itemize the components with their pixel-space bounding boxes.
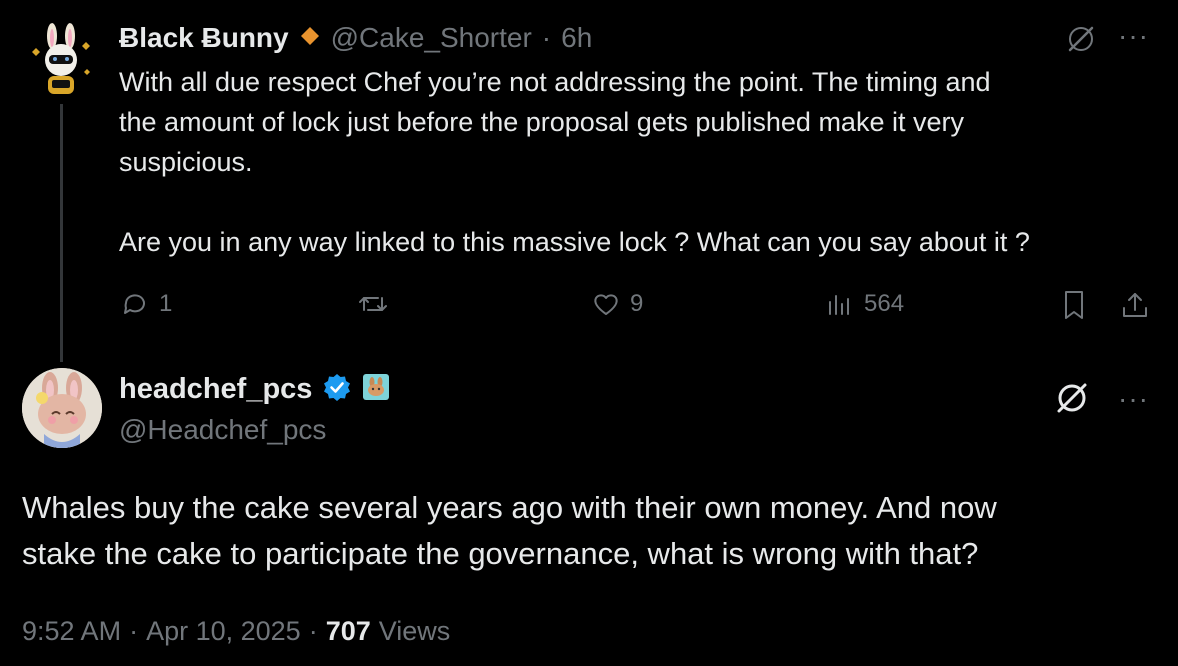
display-name[interactable]: headchef_pcs (119, 373, 312, 406)
views-label: Views (378, 616, 451, 646)
avatar[interactable] (22, 22, 100, 100)
tweet-time[interactable]: 9:52 AM (22, 616, 121, 647)
separator: · (308, 616, 318, 646)
badge-icon (299, 25, 321, 52)
thread-connector (60, 104, 63, 362)
handle[interactable]: @Headchef_pcs (119, 414, 326, 446)
more-icon[interactable]: ··· (1118, 383, 1149, 415)
views-count: 564 (864, 290, 905, 317)
main-header: headchef_pcs (119, 372, 390, 407)
views-icon (829, 295, 849, 315)
views-count: 707 (325, 616, 371, 646)
more-icon[interactable]: ··· (1118, 20, 1149, 52)
affiliate-badge-icon[interactable] (362, 373, 390, 406)
share-icon[interactable] (1118, 288, 1152, 327)
bookmark-icon[interactable] (1058, 288, 1090, 327)
verified-icon (322, 372, 352, 407)
avatar[interactable] (22, 368, 102, 448)
like-count: 9 (630, 290, 644, 317)
retweet-button[interactable] (356, 288, 398, 320)
like-button[interactable]: 9 (590, 288, 643, 320)
handle[interactable]: @Cake_Shorter (331, 22, 532, 54)
retweet-icon (359, 297, 387, 311)
tweet-meta: 9:52 AM · Apr 10, 2025 · 707 Views (22, 616, 450, 647)
heart-icon (594, 294, 618, 315)
tweet-date[interactable]: Apr 10, 2025 (146, 616, 301, 647)
reply-count: 1 (159, 290, 173, 317)
separator: · (541, 22, 552, 53)
views-button[interactable]: 564 (824, 288, 904, 320)
grok-icon[interactable] (1064, 22, 1098, 61)
reply-text: With all due respect Chef you’re not add… (119, 67, 1030, 257)
grok-icon[interactable] (1052, 378, 1092, 423)
separator: · (129, 616, 139, 646)
reply-header: Ƀlack Ƀunny @Cake_Shorter · 6h (119, 22, 592, 54)
reply-icon (124, 294, 145, 314)
tweet-text: Whales buy the cake several years ago wi… (22, 490, 997, 571)
timestamp[interactable]: 6h (561, 22, 592, 54)
reply-button[interactable]: 1 (119, 288, 172, 320)
display-name[interactable]: Ƀlack Ƀunny (119, 22, 289, 54)
